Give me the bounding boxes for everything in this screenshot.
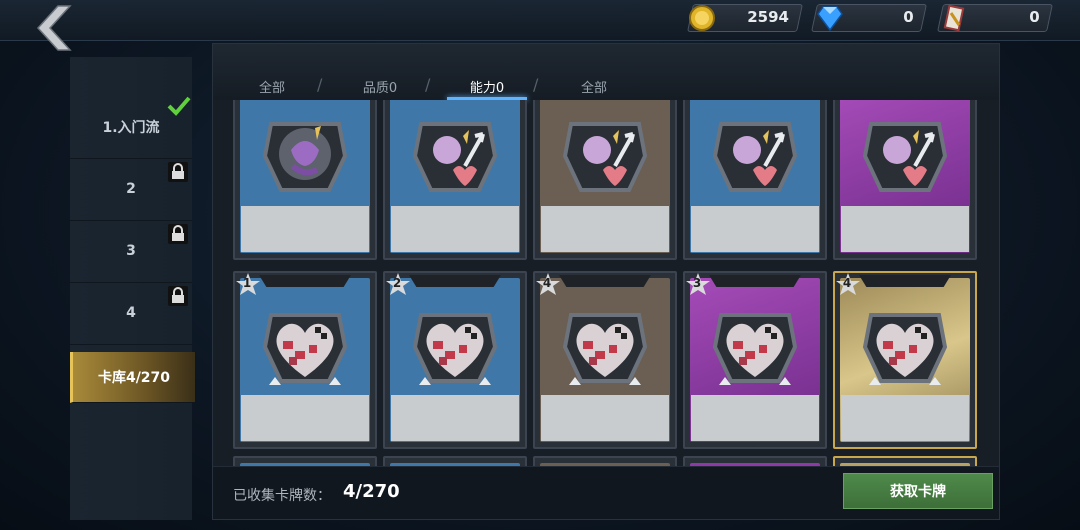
collected-count: 4/270 — [343, 481, 400, 502]
tab-all[interactable]: 全部 — [227, 77, 317, 96]
card-grid: 1 2 4 3 4 — [229, 100, 989, 466]
card[interactable]: 4 — [833, 271, 977, 449]
sidebar-item-deck-4[interactable]: 4 — [70, 282, 192, 345]
skull-arrow-heart-icon — [862, 122, 948, 192]
card[interactable] — [533, 456, 677, 466]
tab-quality[interactable]: 品质0 — [335, 77, 425, 96]
ticket-value: 0 — [1028, 8, 1040, 26]
card-top-bar — [409, 275, 501, 287]
card[interactable] — [383, 456, 527, 466]
skull-arrow-heart-icon — [712, 122, 798, 192]
sidebar-item-card-library[interactable]: 卡库4/270 — [70, 352, 195, 403]
card-level: 2 — [392, 276, 402, 290]
card-name-plate — [391, 206, 519, 252]
sidebar-item-deck-3[interactable]: 3 — [70, 220, 192, 283]
card[interactable] — [683, 456, 827, 466]
card-level: 4 — [542, 276, 552, 290]
sidebar-item-label: 4 — [126, 305, 136, 321]
card-name-plate — [841, 206, 969, 252]
card-name-plate — [841, 395, 969, 441]
tab-ability[interactable]: 能力0 — [442, 77, 532, 96]
card[interactable] — [683, 100, 827, 260]
broken-heart-icon — [712, 313, 798, 385]
card-name-plate — [691, 395, 819, 441]
sidebar-item-deck-1[interactable]: 1.入门流 — [70, 96, 192, 159]
card-name-plate — [691, 206, 819, 252]
ticket-counter: 0 — [937, 4, 1053, 32]
card[interactable] — [383, 100, 527, 260]
card-level-badge: 1 — [235, 273, 261, 295]
broken-heart-icon — [562, 313, 648, 385]
broken-heart-icon — [262, 313, 348, 385]
card-level-badge: 4 — [835, 273, 861, 295]
collected-label: 已收集卡牌数： — [233, 488, 331, 504]
sidebar-item-label: 卡库4/270 — [97, 370, 171, 386]
card-level-badge: 2 — [385, 273, 411, 295]
gold-coin-icon — [689, 5, 715, 31]
tab-separator: / — [317, 75, 323, 94]
lock-icon — [168, 286, 188, 306]
sidebar-item-deck-2[interactable]: 2 — [70, 158, 192, 221]
check-icon — [167, 96, 191, 116]
card-name-plate — [541, 395, 669, 441]
card[interactable] — [233, 456, 377, 466]
skull-arrow-heart-icon — [412, 122, 498, 192]
sidebar-item-label: 3 — [126, 243, 136, 259]
top-bar: 2594 0 0 — [0, 0, 1080, 51]
broken-heart-icon — [862, 313, 948, 385]
card-level: 4 — [842, 276, 852, 290]
card-name-plate — [241, 206, 369, 252]
card-top-bar — [709, 275, 801, 287]
get-cards-button[interactable]: 获取卡牌 — [843, 473, 993, 509]
lock-icon — [168, 162, 188, 182]
tab-separator: / — [425, 75, 431, 94]
sidebar-item-label: 1.入门流 — [102, 120, 160, 136]
card[interactable] — [533, 100, 677, 260]
back-arrow-icon[interactable] — [28, 2, 78, 54]
card[interactable]: 1 — [233, 271, 377, 449]
sidebar-item-label: 2 — [126, 181, 136, 197]
card-top-bar — [259, 275, 351, 287]
tab-all-2[interactable]: 全部 — [549, 77, 639, 96]
card[interactable] — [233, 100, 377, 260]
lock-icon — [168, 224, 188, 244]
card[interactable]: 3 — [683, 271, 827, 449]
card[interactable] — [833, 456, 977, 466]
skull-arrow-heart-icon — [562, 122, 648, 192]
diamond-value: 0 — [902, 8, 914, 26]
ticket-icon — [943, 4, 965, 32]
card-name-plate — [391, 395, 519, 441]
card[interactable] — [833, 100, 977, 260]
coin-counter: 2594 — [687, 4, 803, 32]
card-level-badge: 3 — [685, 273, 711, 295]
card-level: 1 — [242, 276, 252, 290]
card-top-bar — [559, 275, 651, 287]
card-library-panel: 全部 / 品质0 / 能力0 / 全部 1 2 4 3 4 已收集卡牌数： 4/… — [212, 43, 1000, 520]
card-name-plate — [541, 206, 669, 252]
tab-separator: / — [533, 75, 539, 94]
footer-bar: 已收集卡牌数： 4/270 获取卡牌 — [213, 466, 999, 519]
coin-value: 2594 — [747, 8, 790, 26]
diamond-counter: 0 — [811, 4, 927, 32]
shield-creature-icon — [262, 122, 348, 192]
filter-tabs: 全部 / 品质0 / 能力0 / 全部 — [213, 44, 999, 100]
card-name-plate — [241, 395, 369, 441]
card[interactable]: 2 — [383, 271, 527, 449]
card-level: 3 — [692, 276, 702, 290]
card-top-bar — [859, 275, 951, 287]
diamond-icon — [817, 6, 843, 32]
broken-heart-icon — [412, 313, 498, 385]
deck-sidebar: 1.入门流 2 3 4 卡库4/270 — [70, 57, 195, 520]
card-level-badge: 4 — [535, 273, 561, 295]
card[interactable]: 4 — [533, 271, 677, 449]
